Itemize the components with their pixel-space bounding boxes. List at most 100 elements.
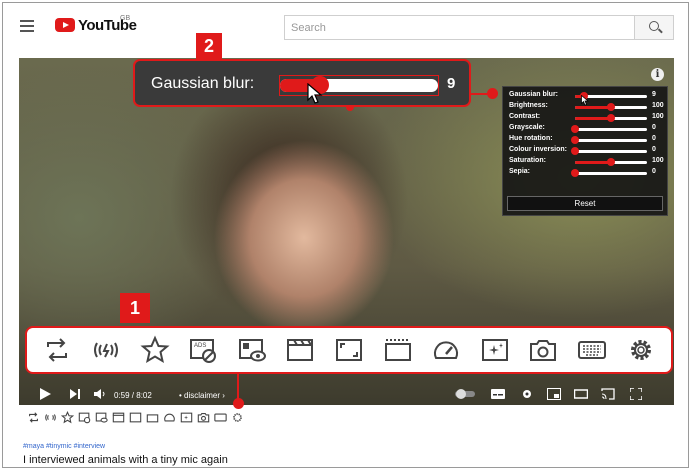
loop-icon[interactable] xyxy=(42,335,72,365)
clapperboard-icon[interactable] xyxy=(112,411,125,424)
blur-value: 9 xyxy=(447,75,456,92)
effect-row: Hue rotation: 0 xyxy=(507,135,663,146)
effect-slider[interactable] xyxy=(575,158,647,166)
effect-slider-knob[interactable] xyxy=(571,169,579,177)
fullscreen-window-icon[interactable] xyxy=(334,335,364,365)
search-input[interactable]: Search xyxy=(284,15,634,40)
cinema-mode-icon[interactable] xyxy=(237,335,267,365)
effect-row: Colour inversion: 0 xyxy=(507,146,663,157)
effect-slider[interactable] xyxy=(571,169,647,177)
effect-slider[interactable] xyxy=(575,103,647,111)
theater-mode-icon[interactable] xyxy=(574,388,588,400)
miniplayer-icon[interactable] xyxy=(547,388,561,400)
callout-dot xyxy=(233,398,244,409)
effect-label: Hue rotation: xyxy=(509,135,553,142)
broadcast-icon[interactable] xyxy=(91,335,121,365)
hashtags[interactable]: #maya #tinymic #interview xyxy=(23,443,105,450)
effect-value: 0 xyxy=(652,168,656,175)
ads-block-icon[interactable] xyxy=(78,411,91,424)
effect-value: 0 xyxy=(652,135,656,142)
effects-icon[interactable] xyxy=(180,411,193,424)
reset-button[interactable]: Reset xyxy=(507,196,663,211)
callout-dot xyxy=(487,88,498,99)
callout-number-1: 1 xyxy=(120,293,150,323)
next-icon[interactable] xyxy=(69,388,81,400)
settings-gear-icon[interactable] xyxy=(626,335,656,365)
video-title: I interviewed animals with a tiny mic ag… xyxy=(23,454,228,466)
effect-slider-fill xyxy=(575,117,611,120)
volume-icon[interactable] xyxy=(94,388,106,400)
time-display: 0:59 / 8:02 xyxy=(114,391,152,400)
blur-callout: Gaussian blur: 9 xyxy=(133,59,471,107)
effect-slider[interactable] xyxy=(571,147,647,155)
effect-value: 100 xyxy=(652,113,664,120)
blur-label: Gaussian blur: xyxy=(151,75,255,92)
effect-label: Gaussian blur: xyxy=(509,91,559,98)
effect-slider[interactable] xyxy=(575,114,647,122)
mini-extension-toolbar xyxy=(27,411,244,427)
effect-slider-knob[interactable] xyxy=(571,147,579,155)
callout-connector xyxy=(237,373,239,401)
effect-slider-knob[interactable] xyxy=(607,114,615,122)
mini-player-icon[interactable] xyxy=(146,411,159,424)
cinema-mode-icon[interactable] xyxy=(95,411,108,424)
search-button[interactable] xyxy=(634,15,674,40)
fullscreen-icon[interactable] xyxy=(630,388,642,400)
svg-text:ADS: ADS xyxy=(194,343,206,349)
speed-icon[interactable] xyxy=(163,411,176,424)
effect-slider-fill xyxy=(575,161,611,164)
effect-row: Saturation: 100 xyxy=(507,157,664,168)
youtube-logo-icon[interactable] xyxy=(55,18,75,32)
effect-label: Grayscale: xyxy=(509,124,545,131)
effect-slider[interactable] xyxy=(571,125,647,133)
effect-label: Saturation: xyxy=(509,157,546,164)
effect-value: 100 xyxy=(652,157,664,164)
effect-label: Contrast: xyxy=(509,113,541,120)
cast-icon[interactable] xyxy=(601,388,615,400)
keyboard-icon[interactable] xyxy=(577,335,607,365)
effect-value: 0 xyxy=(652,146,656,153)
mouse-cursor-icon xyxy=(307,83,323,104)
settings-gear-icon[interactable] xyxy=(231,411,244,424)
settings-icon[interactable] xyxy=(521,388,533,400)
effect-slider-knob[interactable] xyxy=(571,125,579,133)
ads-block-icon[interactable]: ADS xyxy=(188,335,218,365)
play-icon[interactable] xyxy=(39,388,51,400)
screenshot-icon[interactable] xyxy=(528,335,558,365)
broadcast-icon[interactable] xyxy=(44,411,57,424)
clapperboard-icon[interactable] xyxy=(285,335,315,365)
browser-frame: YouTube GB Search i Gaussian blur: 9 Brigh… xyxy=(2,2,689,468)
site-header: YouTube GB Search xyxy=(3,3,688,51)
loop-icon[interactable] xyxy=(27,411,40,424)
mini-player-icon[interactable] xyxy=(383,335,413,365)
info-icon[interactable]: i xyxy=(651,68,664,81)
star-icon[interactable] xyxy=(139,335,170,365)
highlight-box xyxy=(279,75,439,96)
chapter-label[interactable]: • disclaimer › xyxy=(179,391,225,400)
player-controls: 0:59 / 8:02 • disclaimer › xyxy=(19,383,674,405)
effect-label: Colour inversion: xyxy=(509,146,567,153)
autoplay-toggle-icon[interactable] xyxy=(455,388,475,400)
callout-connector xyxy=(469,93,489,95)
effect-label: Brightness: xyxy=(509,102,548,109)
effect-slider-knob[interactable] xyxy=(571,136,579,144)
effect-value: 100 xyxy=(652,102,664,109)
subtitles-icon[interactable] xyxy=(491,388,505,400)
effect-slider-knob[interactable] xyxy=(607,158,615,166)
menu-icon[interactable] xyxy=(20,20,34,32)
keyboard-icon[interactable] xyxy=(214,411,227,424)
effect-row: Sepia: 0 xyxy=(507,168,663,179)
callout-number-2: 2 xyxy=(196,33,222,59)
mouse-cursor-icon xyxy=(581,95,589,106)
star-icon[interactable] xyxy=(61,411,74,424)
effect-row: Grayscale: 0 xyxy=(507,124,663,135)
fullscreen-window-icon[interactable] xyxy=(129,411,142,424)
effect-value: 9 xyxy=(652,91,656,98)
effect-slider[interactable] xyxy=(571,136,647,144)
speed-icon[interactable] xyxy=(431,335,461,365)
screenshot-icon[interactable] xyxy=(197,411,210,424)
effect-slider-knob[interactable] xyxy=(607,103,615,111)
effects-icon[interactable] xyxy=(480,335,510,365)
effect-row: Contrast: 100 xyxy=(507,113,664,124)
effect-slider-fill xyxy=(575,106,611,109)
